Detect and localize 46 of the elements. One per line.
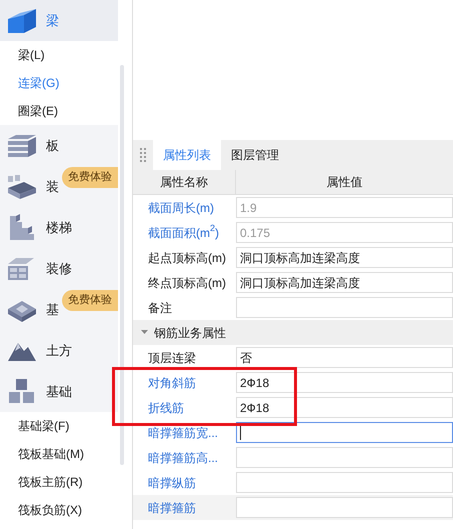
property-name: 暗撑纵筋 xyxy=(147,474,197,492)
property-name: 起点顶标高(m) xyxy=(147,250,227,266)
value-field[interactable]: 洞口顶标高加连梁高度 xyxy=(236,247,453,268)
value-field[interactable]: 2Ф18 xyxy=(236,372,453,393)
category-item[interactable]: 楼梯 xyxy=(0,207,118,248)
category-label: 板 xyxy=(46,136,59,155)
category-label: 梁 xyxy=(46,12,59,30)
property-name: 折线筋 xyxy=(147,400,185,416)
column-header: 属性值 xyxy=(326,174,364,191)
trial-badge: 免费体验 xyxy=(62,290,118,310)
category-label: 土方 xyxy=(46,342,72,360)
value-field[interactable]: 2Ф18 xyxy=(236,397,453,418)
property-name: 暗撑箍筋高... xyxy=(147,450,220,466)
category-label: 基 xyxy=(46,300,59,319)
property-name: 备注 xyxy=(147,300,173,316)
prefab-icon xyxy=(6,174,38,200)
trial-badge: 免费体验 xyxy=(62,167,118,188)
tab[interactable]: 属性列表 xyxy=(153,140,221,170)
category-item[interactable]: 装修 xyxy=(0,248,118,289)
property-name: 截面面积(m$^{2}$) xyxy=(147,222,220,242)
value-field[interactable] xyxy=(236,422,453,443)
category-label: 装修 xyxy=(46,260,72,278)
category-label: 装 xyxy=(46,178,59,196)
property-name: 暗撑箍筋宽... xyxy=(147,424,220,442)
property-name: 截面周长(m) xyxy=(147,200,215,216)
property-name: 顶层连梁 xyxy=(147,350,197,366)
column-header: 属性名称 xyxy=(133,170,236,194)
slab-icon xyxy=(6,132,38,158)
property-name: 终点顶标高(m) xyxy=(147,274,227,292)
category-label: 楼梯 xyxy=(46,218,72,237)
property-name: 对角斜筋 xyxy=(147,374,197,392)
category-item[interactable]: 装 免费体验 xyxy=(0,166,118,207)
category-label: 基础 xyxy=(46,382,72,401)
category-item[interactable]: 基 免费体验 xyxy=(0,289,118,330)
beam-icon xyxy=(6,6,38,34)
category-item[interactable]: 梁 xyxy=(0,0,118,41)
tab[interactable]: 图层管理 xyxy=(221,140,289,170)
category-item[interactable]: 板 xyxy=(0,125,118,166)
category-item[interactable]: 基础 xyxy=(0,371,118,412)
value-field[interactable]: 洞口顶标高加连梁高度 xyxy=(236,272,453,293)
drag-handle-icon[interactable] xyxy=(140,148,146,162)
value-field[interactable]: 否 xyxy=(236,347,453,368)
expand-arrow-icon[interactable] xyxy=(141,330,148,335)
property-name: 暗撑箍筋 xyxy=(147,500,197,516)
section-title: 钢筋业务属性 xyxy=(154,324,226,342)
category-item[interactable]: 土方 xyxy=(0,330,118,371)
